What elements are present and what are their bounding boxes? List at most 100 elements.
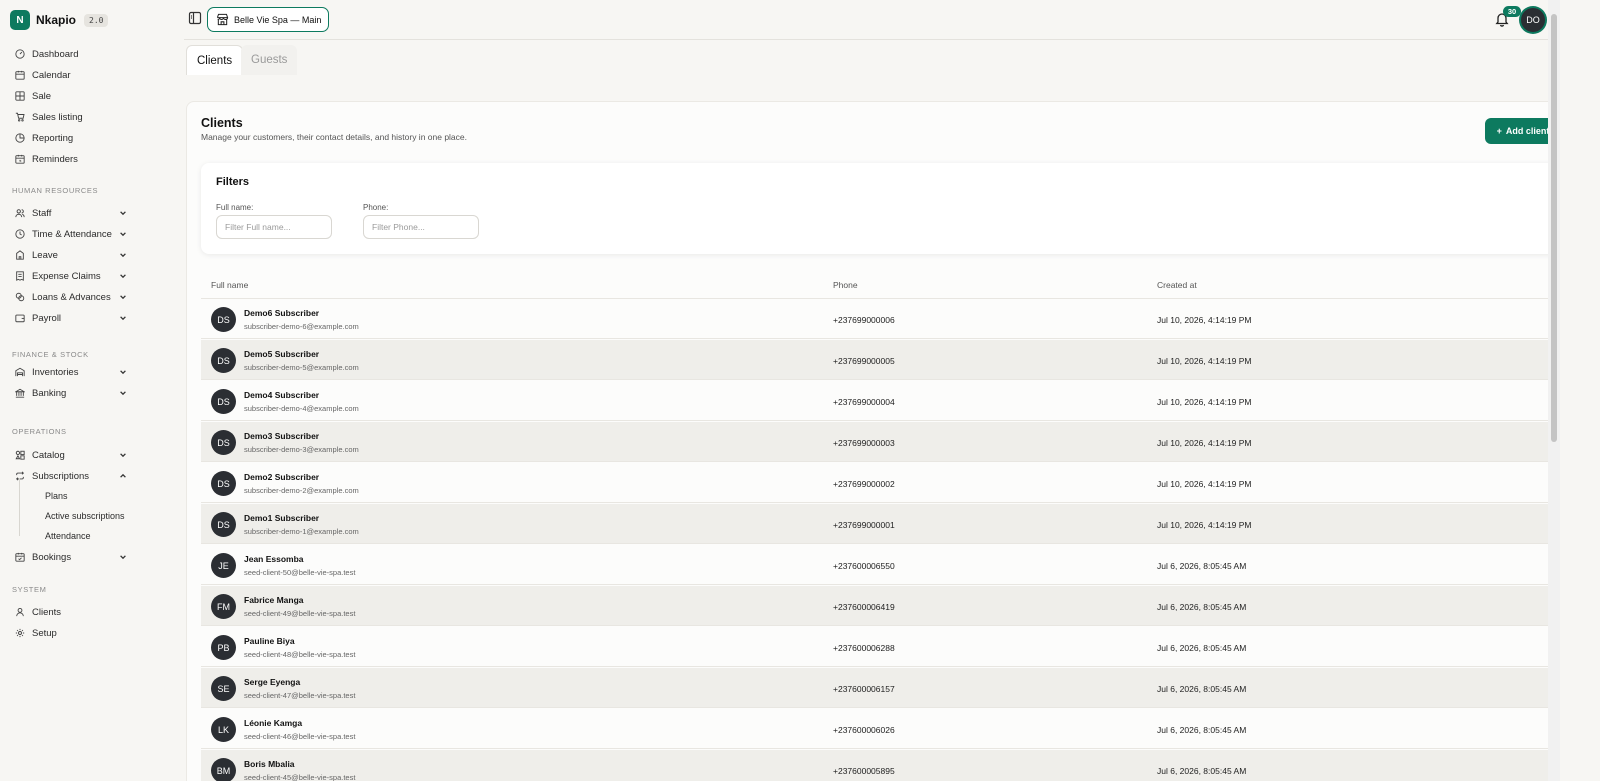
sidebar-item-time-attendance[interactable]: Time & Attendance	[0, 224, 184, 244]
brand-name: Nkapio	[36, 13, 77, 27]
client-phone: +237699000006	[833, 315, 895, 325]
chevron-down-icon	[120, 555, 126, 560]
sidebar-item-sales-listing[interactable]: Sales listing	[0, 107, 184, 127]
sidebar-item-reporting[interactable]: Reporting	[0, 128, 184, 148]
client-email: subscriber-demo-6@example.com	[244, 322, 359, 331]
client-avatar: JE	[211, 553, 236, 578]
column-header-phone[interactable]: Phone	[833, 280, 858, 290]
sidebar-item-label: Expense Claims	[32, 270, 101, 282]
tab-clients[interactable]: Clients	[186, 45, 244, 75]
client-phone: +237699000005	[833, 356, 895, 366]
sidebar-subitem-plans[interactable]: Plans	[45, 491, 68, 501]
client-name: Fabrice Manga	[244, 595, 304, 605]
chevron-down-icon	[120, 370, 126, 375]
client-email: subscriber-demo-4@example.com	[244, 404, 359, 413]
page-subtitle: Manage your customers, their contact det…	[201, 132, 468, 142]
client-email: seed-client-49@belle-vie-spa.test	[244, 609, 356, 618]
client-created-at: Jul 10, 2026, 4:14:19 PM	[1157, 479, 1252, 489]
client-email: subscriber-demo-3@example.com	[244, 445, 359, 454]
client-name: Demo1 Subscriber	[244, 513, 320, 523]
client-phone: +237699000003	[833, 438, 895, 448]
filters-panel	[201, 163, 1561, 254]
sidebar-subitem-attendance[interactable]: Attendance	[45, 531, 91, 541]
sidebar-item-leave[interactable]: Leave	[0, 245, 184, 265]
sidebar-item-label: Leave	[32, 249, 58, 261]
sidebar-item-staff[interactable]: Staff	[0, 203, 184, 223]
chevron-down-icon	[120, 211, 126, 216]
coins-icon	[15, 292, 25, 302]
table-row[interactable]: DS Demo4 Subscriber subscriber-demo-4@ex…	[201, 381, 1561, 421]
sidebar-item-label: Sale	[32, 90, 52, 102]
phone-filter-input[interactable]	[363, 215, 479, 239]
client-name: Demo2 Subscriber	[244, 472, 320, 482]
sidebar-item-label: Reminders	[32, 153, 78, 165]
repeat-icon	[16, 471, 24, 481]
client-email: subscriber-demo-2@example.com	[244, 486, 359, 495]
brand-logo: N	[10, 10, 30, 30]
client-phone: +237699000002	[833, 479, 895, 489]
table-row[interactable]: PB Pauline Biya seed-client-48@belle-vie…	[201, 627, 1561, 667]
receipt-icon	[16, 271, 24, 281]
table-row[interactable]: DS Demo5 Subscriber subscriber-demo-5@ex…	[201, 340, 1561, 380]
client-avatar: BM	[211, 758, 236, 781]
section-label-human-resources: HUMAN RESOURCES	[12, 186, 99, 195]
table-row[interactable]: BM Boris Mbalia seed-client-45@belle-vie…	[201, 750, 1561, 781]
sidebar-item-bookings[interactable]: Bookings	[0, 547, 184, 567]
chart-icon	[15, 133, 25, 143]
client-created-at: Jul 6, 2026, 8:05:45 AM	[1157, 643, 1247, 653]
client-avatar: DS	[211, 307, 236, 332]
client-created-at: Jul 10, 2026, 4:14:19 PM	[1157, 520, 1252, 530]
plus-icon: +	[1496, 126, 1502, 136]
sidebar-subitem-active-subscriptions[interactable]: Active subscriptions	[45, 511, 125, 521]
sidebar-item-calendar[interactable]: Calendar	[0, 65, 184, 85]
fullname-filter-input[interactable]	[216, 215, 332, 239]
table-row[interactable]: FM Fabrice Manga seed-client-49@belle-vi…	[201, 586, 1561, 626]
store-icon	[216, 13, 229, 26]
client-created-at: Jul 10, 2026, 4:14:19 PM	[1157, 438, 1252, 448]
client-name: Demo5 Subscriber	[244, 349, 320, 359]
tab-guests[interactable]: Guests	[241, 45, 298, 75]
sidebar-item-banking[interactable]: Banking	[0, 383, 184, 403]
table-row[interactable]: JE Jean Essomba seed-client-50@belle-vie…	[201, 545, 1561, 585]
sidebar-item-dashboard[interactable]: Dashboard	[0, 44, 184, 64]
sidebar-item-subscriptions[interactable]: Subscriptions	[0, 466, 184, 486]
version-badge: 2.0	[84, 13, 109, 27]
sidebar-item-setup[interactable]: Setup	[0, 623, 184, 643]
scrollbar-thumb[interactable]	[1551, 14, 1557, 442]
client-name: Demo3 Subscriber	[244, 431, 320, 441]
client-avatar: FM	[211, 594, 236, 619]
brand[interactable]: N Nkapio 2.0	[0, 0, 184, 40]
table-row[interactable]: SE Serge Eyenga seed-client-47@belle-vie…	[201, 668, 1561, 708]
user-avatar[interactable]: DO	[1521, 8, 1545, 32]
table-row[interactable]: DS Demo2 Subscriber subscriber-demo-2@ex…	[201, 463, 1561, 503]
client-name: Léonie Kamga	[244, 718, 303, 728]
page-scrollbar[interactable]	[1548, 0, 1560, 781]
sidebar-item-sale[interactable]: Sale	[0, 86, 184, 106]
client-email: seed-client-46@belle-vie-spa.test	[244, 732, 356, 741]
table-row[interactable]: DS Demo1 Subscriber subscriber-demo-1@ex…	[201, 504, 1561, 544]
sidebar-item-reminders[interactable]: Reminders	[0, 149, 184, 169]
client-avatar: LK	[211, 717, 236, 742]
table-row[interactable]: LK Léonie Kamga seed-client-46@belle-vie…	[201, 709, 1561, 749]
clock-icon	[15, 229, 25, 239]
column-header-created-at[interactable]: Created at	[1157, 280, 1197, 290]
client-created-at: Jul 6, 2026, 8:05:45 AM	[1157, 684, 1247, 694]
sidebar-item-expense-claims[interactable]: Expense Claims	[0, 266, 184, 286]
page-title: Clients	[201, 116, 243, 130]
client-name: Demo6 Subscriber	[244, 308, 320, 318]
sidebar-item-label: Calendar	[32, 69, 71, 81]
table-row[interactable]: DS Demo6 Subscriber subscriber-demo-6@ex…	[201, 299, 1561, 339]
sidebar-toggle-icon[interactable]	[188, 11, 202, 25]
branch-selector[interactable]: Belle Vie Spa — Main	[207, 7, 329, 32]
chevron-up-icon	[120, 473, 126, 478]
column-header-full-name[interactable]: Full name	[211, 280, 248, 290]
sidebar-item-clients[interactable]: Clients	[0, 602, 184, 622]
cart-icon	[15, 112, 25, 122]
users-icon	[15, 209, 25, 218]
table-row[interactable]: DS Demo3 Subscriber subscriber-demo-3@ex…	[201, 422, 1561, 462]
sidebar-item-payroll[interactable]: Payroll	[0, 308, 184, 328]
calendar-icon	[15, 70, 25, 80]
sidebar-item-loans-advances[interactable]: Loans & Advances	[0, 287, 184, 307]
sidebar-item-catalog[interactable]: Catalog	[0, 445, 184, 465]
sidebar-item-inventories[interactable]: Inventories	[0, 362, 184, 382]
